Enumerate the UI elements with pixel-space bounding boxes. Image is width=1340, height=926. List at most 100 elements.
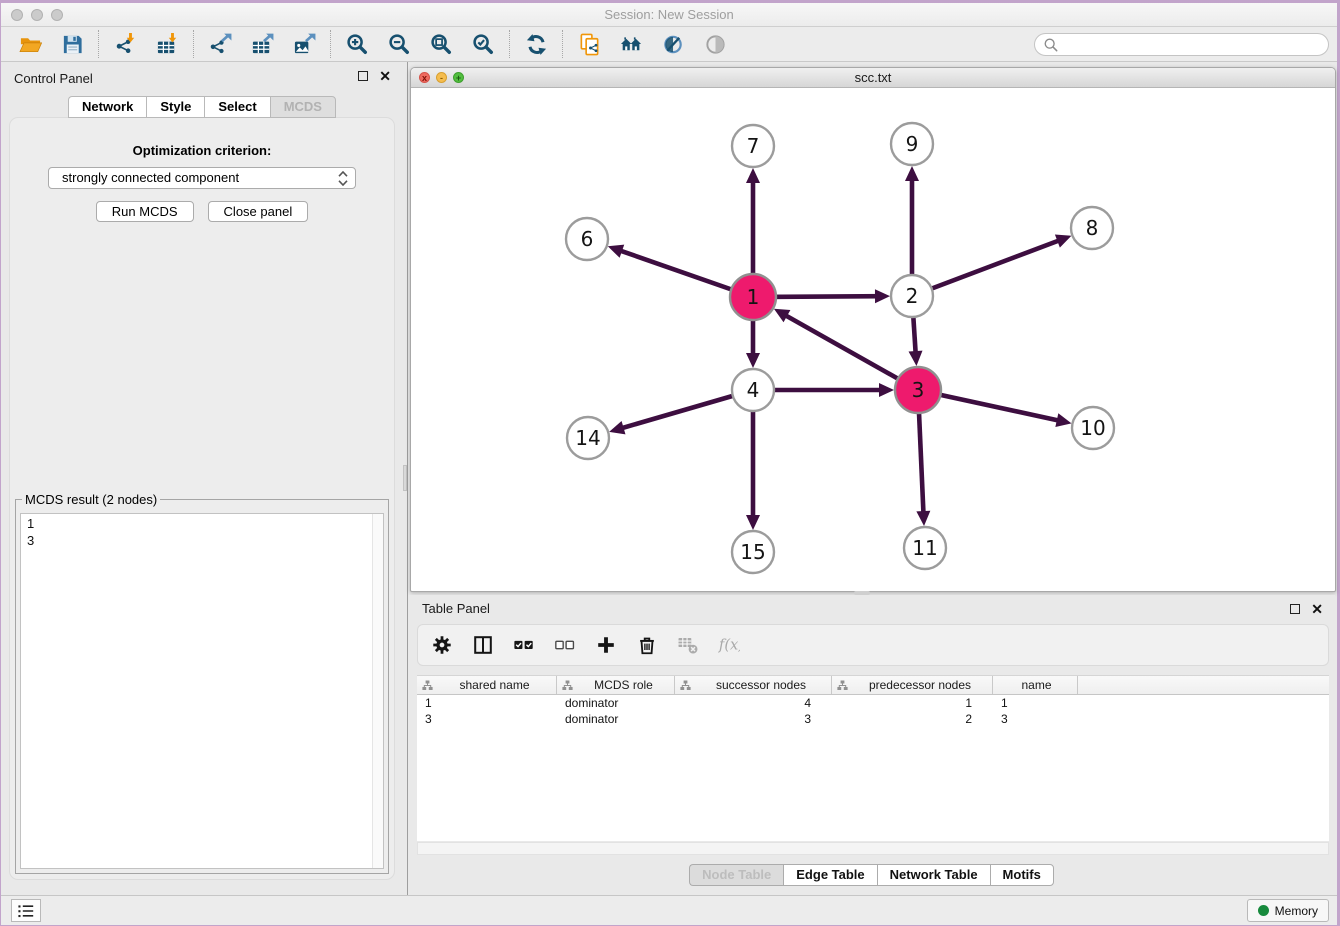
- tab-motifs[interactable]: Motifs: [990, 864, 1054, 886]
- graph-arrowhead-4-15: [746, 515, 760, 530]
- network-window: x-+ scc.txt 7968124314101511: [410, 67, 1336, 592]
- deselect-all-button[interactable]: [552, 632, 578, 658]
- table-panel-title: Table Panel: [422, 601, 490, 616]
- graph-arrowhead-1-4: [746, 353, 760, 368]
- close-table-panel-icon[interactable]: ✕: [1311, 604, 1323, 614]
- import-network-button[interactable]: [104, 29, 146, 59]
- window-zoom-button[interactable]: [51, 9, 63, 21]
- export-image-button[interactable]: [283, 29, 325, 59]
- style-preview-button[interactable]: [652, 29, 694, 59]
- task-history-button[interactable]: [11, 899, 41, 922]
- table-horizontal-scrollbar[interactable]: [417, 842, 1329, 855]
- graph-node-label-11: 11: [912, 536, 937, 560]
- network-zoom-button[interactable]: +: [453, 72, 464, 83]
- toolbar-separator: [330, 30, 331, 58]
- first-neighbors-button[interactable]: [610, 29, 652, 59]
- criterion-select[interactable]: strongly connected component: [48, 167, 356, 189]
- zoom-in-button[interactable]: [336, 29, 378, 59]
- main-toolbar: [1, 27, 1337, 62]
- zoom-selected-button[interactable]: [462, 29, 504, 59]
- close-panel-icon[interactable]: ✕: [379, 71, 391, 81]
- window-close-button[interactable]: [11, 9, 23, 21]
- search-input[interactable]: [1059, 36, 1328, 54]
- table-cell: 3: [417, 712, 557, 726]
- export-network-button[interactable]: [199, 29, 241, 59]
- window-controls: [11, 9, 63, 21]
- settings-gear-icon: [431, 634, 453, 656]
- table-row[interactable]: 1dominator411: [417, 695, 1329, 711]
- list-icon: [17, 903, 35, 919]
- memory-button[interactable]: Memory: [1247, 899, 1329, 922]
- select-all-icon: [513, 634, 535, 656]
- close-panel-button[interactable]: Close panel: [208, 201, 309, 222]
- network-view[interactable]: 7968124314101511: [411, 88, 1335, 591]
- table-cell: 1: [417, 696, 557, 710]
- new-network-from-selection-button[interactable]: [568, 29, 610, 59]
- splitter-handle[interactable]: [403, 465, 407, 491]
- column-header-shared-name[interactable]: shared name: [417, 676, 557, 694]
- application-window: Session: New Session Control Panel ✕ Net…: [1, 3, 1337, 925]
- network-window-controls: x-+: [419, 72, 464, 83]
- open-session-button[interactable]: [9, 29, 51, 59]
- float-table-panel-icon[interactable]: [1290, 604, 1300, 614]
- tab-edge-table[interactable]: Edge Table: [783, 864, 876, 886]
- zoom-fit-button[interactable]: [420, 29, 462, 59]
- window-minimize-button[interactable]: [31, 9, 43, 21]
- table-cell: 4: [675, 696, 832, 710]
- import-table-button[interactable]: [146, 29, 188, 59]
- tab-network-table[interactable]: Network Table: [877, 864, 990, 886]
- toolbar-separator: [562, 30, 563, 58]
- float-panel-icon[interactable]: [358, 71, 368, 81]
- network-minimize-button[interactable]: -: [436, 72, 447, 83]
- mcds-result-text[interactable]: 1 3: [20, 513, 384, 869]
- zoom-in-icon: [346, 33, 369, 56]
- graph-arrowhead-3-11: [916, 511, 930, 526]
- style-preview-icon: [662, 33, 685, 56]
- split-panel-icon: [472, 634, 494, 656]
- mcds-panel: Optimization criterion: strongly connect…: [9, 117, 395, 880]
- tab-select[interactable]: Select: [204, 96, 269, 118]
- tab-network[interactable]: Network: [68, 96, 146, 118]
- column-sort-icon: [562, 680, 573, 691]
- refresh-button[interactable]: [515, 29, 557, 59]
- select-all-button[interactable]: [511, 632, 537, 658]
- graph-edge-2-8[interactable]: [912, 239, 1064, 296]
- network-close-button[interactable]: x: [419, 72, 430, 83]
- add-row-button[interactable]: [593, 632, 619, 658]
- export-table-button[interactable]: [241, 29, 283, 59]
- graph-node-label-10: 10: [1080, 416, 1105, 440]
- network-window-title: scc.txt: [411, 68, 1335, 87]
- graph-node-label-8: 8: [1086, 216, 1099, 240]
- hide-details-icon: [704, 33, 727, 56]
- graph-arrowhead-1-6: [608, 245, 624, 258]
- column-header-predecessor-nodes[interactable]: predecessor nodes: [832, 676, 993, 694]
- network-window-titlebar[interactable]: x-+ scc.txt: [411, 68, 1335, 88]
- tab-node-table[interactable]: Node Table: [689, 864, 783, 886]
- toolbar-separator: [98, 30, 99, 58]
- table-row[interactable]: 3dominator323: [417, 711, 1329, 727]
- graph-node-label-15: 15: [740, 540, 765, 564]
- graph-node-label-3: 3: [912, 378, 925, 402]
- result-scrollbar[interactable]: [372, 514, 383, 868]
- tab-style[interactable]: Style: [146, 96, 204, 118]
- column-header-successor-nodes[interactable]: successor nodes: [675, 676, 832, 694]
- save-session-button[interactable]: [51, 29, 93, 59]
- delete-row-button[interactable]: [634, 632, 660, 658]
- workspace: x-+ scc.txt 7968124314101511 Table Panel…: [408, 62, 1337, 895]
- split-panel-button[interactable]: [470, 632, 496, 658]
- graph-arrowhead-4-14: [609, 421, 625, 434]
- search-box[interactable]: [1034, 33, 1329, 56]
- save-session-icon: [61, 33, 84, 56]
- mcds-result-title: MCDS result (2 nodes): [22, 492, 160, 507]
- column-header-mcds-role[interactable]: MCDS role: [557, 676, 675, 694]
- hide-details-button: [694, 29, 736, 59]
- column-header-name[interactable]: name: [993, 676, 1078, 694]
- status-bar: Memory: [1, 895, 1337, 925]
- zoom-out-button[interactable]: [378, 29, 420, 59]
- tab-mcds[interactable]: MCDS: [270, 96, 336, 118]
- graph-arrowhead-4-3: [879, 383, 894, 397]
- settings-gear-button[interactable]: [429, 632, 455, 658]
- control-panel-header: Control Panel ✕: [1, 62, 403, 94]
- run-mcds-button[interactable]: Run MCDS: [96, 201, 194, 222]
- network-graph[interactable]: 7968124314101511: [411, 88, 1335, 591]
